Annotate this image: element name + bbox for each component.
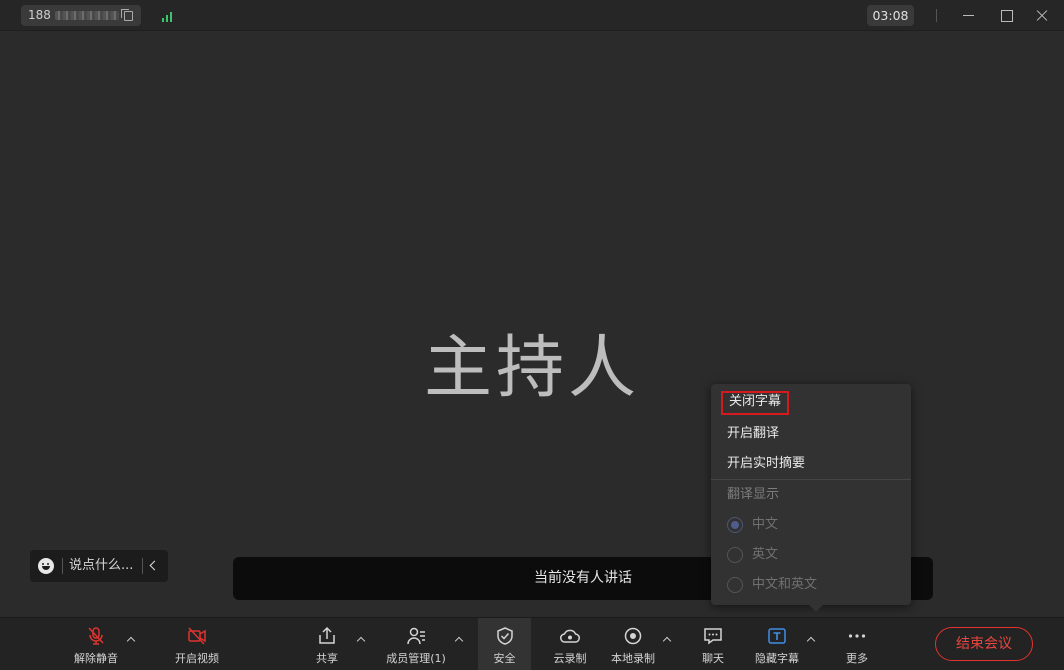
share-icon [319,626,335,644]
titlebar-divider [936,9,937,22]
meeting-id-badge[interactable]: 188 [21,5,141,26]
share-options-caret-icon[interactable] [356,636,366,646]
caption-icon [768,628,786,644]
captions-label: 隐藏字幕 [755,652,799,665]
close-icon[interactable] [1031,5,1053,26]
chat-input[interactable]: 说点什么... [69,550,133,582]
quick-chat-pill[interactable]: 说点什么... [30,550,168,582]
chat-divider-2 [142,558,143,574]
unmute-label: 解除静音 [74,652,118,665]
end-meeting-button[interactable]: 结束会议 [935,627,1033,661]
menu-item-live-summary[interactable]: 开启实时摘要 [727,453,805,475]
meeting-timer: 03:08 [867,5,914,26]
copy-icon[interactable] [121,9,133,21]
radio-icon[interactable] [727,577,743,593]
members-options-caret-icon[interactable] [454,636,464,646]
share-button[interactable]: 共享 [307,618,347,670]
members-label: 成员管理(1) [386,652,446,665]
security-button[interactable]: 安全 [478,618,531,670]
emoji-icon[interactable] [38,558,54,574]
caption-menu: 关闭字幕 开启翻译 开启实时摘要 翻译显示 中文 英文 中文和英文 [711,384,911,612]
chat-label: 聊天 [702,652,724,665]
signal-strength-icon[interactable] [162,11,176,22]
mic-off-icon [88,627,104,645]
cloud-record-button[interactable]: 云录制 [550,618,590,670]
minimize-icon[interactable] [958,5,980,26]
meeting-id-text: 188 [28,8,51,22]
menu-item-close-captions[interactable]: 关闭字幕 [721,391,790,415]
members-button[interactable]: 成员管理(1) [384,618,448,670]
radio-icon[interactable] [727,547,743,563]
more-icon [848,634,866,638]
translation-display-heading: 翻译显示 [727,487,780,502]
meeting-toolbar: 解除静音 开启视频 共享 成员管理(1) 安全 云录制 本地录制 聊天 隐藏字幕… [0,617,1064,670]
shield-icon [496,627,513,645]
unmute-button[interactable]: 解除静音 [68,618,124,670]
audio-options-caret-icon[interactable] [126,636,136,646]
more-label: 更多 [846,652,868,665]
meeting-id-redacted [54,11,119,20]
radio-label: 英文 [752,547,779,562]
record-options-caret-icon[interactable] [662,636,672,646]
radio-label: 中文 [752,517,779,532]
local-record-button[interactable]: 本地录制 [608,618,658,670]
security-label: 安全 [493,652,516,665]
menu-item-enable-translation[interactable]: 开启翻译 [727,423,779,445]
chat-button[interactable]: 聊天 [695,618,731,670]
title-bar: 188 03:08 [0,0,1064,31]
record-icon [624,627,642,645]
video-off-icon [188,627,206,645]
chat-icon [704,628,722,645]
radio-checked-icon[interactable] [727,517,743,533]
maximize-icon[interactable] [995,5,1017,26]
start-video-label: 开启视频 [175,652,219,665]
captions-options-caret-icon[interactable] [806,636,816,646]
local-record-label: 本地录制 [611,652,655,665]
cloud-record-icon [560,629,580,643]
chevron-left-icon[interactable] [149,560,160,571]
more-button[interactable]: 更多 [838,618,876,670]
radio-label: 中文和英文 [752,577,818,592]
start-video-button[interactable]: 开启视频 [168,618,226,670]
menu-divider [711,479,911,480]
chat-divider [62,558,63,574]
members-icon [407,627,425,645]
share-label: 共享 [316,652,338,665]
cloud-record-label: 云录制 [553,652,587,665]
captions-button[interactable]: 隐藏字幕 [752,618,802,670]
